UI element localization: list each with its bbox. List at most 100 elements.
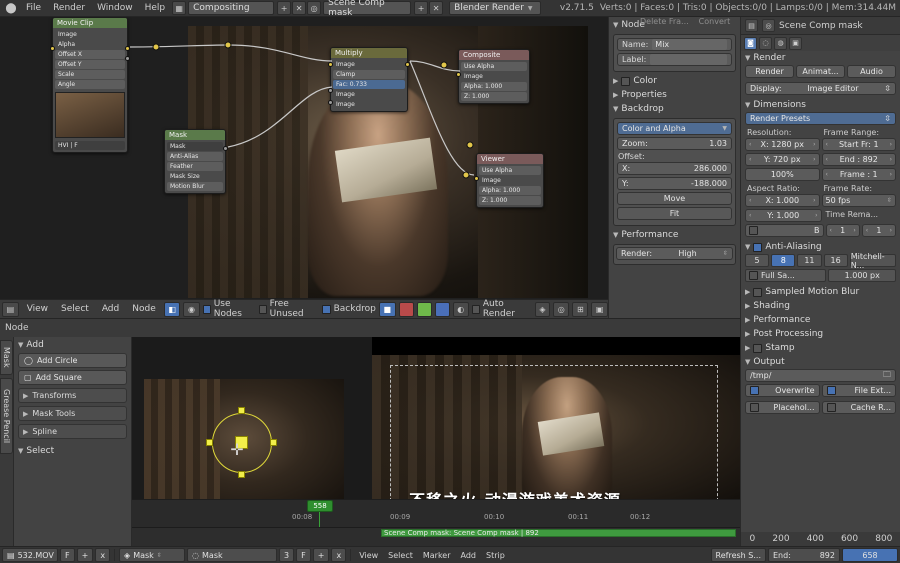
add-circle-button[interactable]: ◯ Add Circle xyxy=(18,353,127,368)
scene-icon[interactable]: ◎ xyxy=(762,19,775,32)
file-ext-checkbox[interactable] xyxy=(826,386,836,395)
left-arrow-icon[interactable]: ‹ xyxy=(749,212,751,219)
remap-old-field[interactable]: ‹ 1 › xyxy=(825,224,860,237)
aa-sample-16[interactable]: 16 xyxy=(823,254,848,267)
full-sample-checkbox[interactable] xyxy=(749,271,758,280)
node-socket[interactable] xyxy=(405,62,410,67)
ne-menu-node[interactable]: Node xyxy=(127,302,161,317)
output-path-field[interactable]: /tmp/ 🗀 xyxy=(745,369,896,382)
section-performance[interactable]: ▼ Performance xyxy=(609,228,740,242)
section-backdrop[interactable]: ▼ Backdrop xyxy=(609,102,740,116)
aa-sample-11[interactable]: 11 xyxy=(797,254,822,267)
node-socket[interactable] xyxy=(328,62,333,67)
section-sampled-motion-blur[interactable]: ▶ Sampled Motion Blur xyxy=(741,285,900,299)
menu-render[interactable]: Render xyxy=(47,1,91,16)
node-socket[interactable] xyxy=(474,176,479,181)
transforms-panel[interactable]: ▶ Transforms xyxy=(18,388,127,403)
layout-delete-button[interactable]: ✕ xyxy=(292,1,307,15)
left-arrow-icon[interactable]: ‹ xyxy=(749,197,751,204)
scene-selector[interactable]: Scene Comp mask xyxy=(323,0,412,18)
channel-blue-icon[interactable] xyxy=(434,301,450,317)
mask-point[interactable] xyxy=(238,471,245,478)
backdrop-move-button[interactable]: Move xyxy=(617,192,732,205)
right-arrow-icon[interactable]: › xyxy=(813,141,815,148)
editor-type-icon[interactable]: ▤ xyxy=(745,19,758,32)
left-arrow-icon[interactable]: ‹ xyxy=(749,156,751,163)
render-engine-selector[interactable]: Blender Render ▼ xyxy=(449,1,542,15)
render-presets-field[interactable]: Render Presets ⇳ xyxy=(745,112,896,125)
mask-point[interactable] xyxy=(206,439,213,446)
mask-datablock-field[interactable]: ◌ Mask xyxy=(187,548,278,562)
channel-green-icon[interactable] xyxy=(416,301,432,317)
left-arrow-icon[interactable]: ‹ xyxy=(826,171,828,178)
menu-window[interactable]: Window xyxy=(91,1,139,16)
node-properties-panel[interactable]: ▼ Node Name: Mix Label: ▶ Color ▶ Proper… xyxy=(608,17,740,318)
mask-tools-panel[interactable]: ▶ Mask Tools xyxy=(18,406,127,421)
node-datablock-row[interactable]: HVI | F xyxy=(55,141,125,150)
frame-end-field[interactable]: ‹ End : 892 › xyxy=(821,153,896,166)
render-image-button[interactable]: Render xyxy=(745,65,794,78)
node-row[interactable]: Motion Blur xyxy=(167,182,223,191)
motion-blur-checkbox[interactable] xyxy=(753,287,763,297)
use-nodes-checkbox[interactable]: Use Nodes xyxy=(202,299,256,318)
proportional-icon[interactable]: ◎ xyxy=(553,301,570,317)
vtab-grease-pencil[interactable]: Grease Pencil xyxy=(0,377,13,454)
node-viewer[interactable]: Viewer Use Alpha Image Alpha: 1.000 Z: 1… xyxy=(474,153,544,208)
file-ext-toggle[interactable]: File Ext... xyxy=(821,384,896,397)
left-arrow-icon[interactable]: ‹ xyxy=(826,141,828,148)
editor-type-icon[interactable]: ▤ xyxy=(2,301,19,317)
node-movie-clip[interactable]: Movie Clip Image Alpha Offset X Offset Y… xyxy=(50,17,130,153)
node-composite[interactable]: Composite Use Alpha Image Alpha: 1.000 Z… xyxy=(456,49,530,104)
section-stamp[interactable]: ▶ Stamp xyxy=(741,341,900,355)
node-multiply[interactable]: Multiply Image Clamp Fac: 0.733 Image Im… xyxy=(328,47,410,112)
seq-menu-select[interactable]: Select xyxy=(384,548,417,562)
spline-panel[interactable]: ▶ Spline xyxy=(18,424,127,439)
overwrite-toggle[interactable]: Overwrite xyxy=(745,384,820,397)
resolution-y-field[interactable]: ‹ Y: 720 px › xyxy=(745,153,820,166)
snap-icon[interactable]: ◈ xyxy=(534,301,551,317)
color-checkbox[interactable] xyxy=(621,76,631,86)
placeholder-checkbox[interactable] xyxy=(750,403,759,412)
tab-world-icon[interactable]: ◍ xyxy=(774,36,787,50)
border-checkbox[interactable] xyxy=(749,226,758,235)
clip-name-field[interactable]: ▤ 532.MOV xyxy=(2,548,58,562)
channel-red-icon[interactable] xyxy=(398,301,414,317)
node-fac-slider[interactable]: Fac: 0.733 xyxy=(333,80,405,89)
mask-f-button[interactable]: F xyxy=(296,548,311,562)
stamp-checkbox[interactable] xyxy=(753,343,763,353)
aspect-y-field[interactable]: ‹ Y: 1.000 › xyxy=(745,209,822,222)
ne-menu-add[interactable]: Add xyxy=(97,302,124,317)
mask-delete-button[interactable]: x xyxy=(331,548,347,562)
node-socket[interactable] xyxy=(125,46,130,51)
node-name-value[interactable]: Mix xyxy=(652,39,727,50)
mask-point[interactable] xyxy=(238,407,245,414)
node-row[interactable]: Mask xyxy=(167,142,223,151)
antialiasing-checkbox[interactable] xyxy=(753,242,763,252)
current-frame-indicator[interactable]: 558 xyxy=(307,500,333,512)
overlay-icon[interactable]: ▣ xyxy=(591,301,608,317)
full-sample-toggle[interactable]: Full Sa... xyxy=(745,269,827,282)
seq-menu-marker[interactable]: Marker xyxy=(419,548,455,562)
tab-scene-icon[interactable]: ◌ xyxy=(759,36,772,50)
node-row[interactable]: Offset Y xyxy=(55,60,125,69)
aspect-x-field[interactable]: ‹ X: 1.000 › xyxy=(745,194,820,207)
overwrite-checkbox[interactable] xyxy=(750,386,759,395)
output-section-header[interactable]: ▼ Output xyxy=(741,355,900,369)
right-arrow-icon[interactable]: › xyxy=(890,141,892,148)
frame-start-field[interactable]: ‹ Start Fr: 1 › xyxy=(821,138,896,151)
frame-step-field[interactable]: ‹ Frame : 1 › xyxy=(821,168,896,181)
node-row[interactable]: Scale xyxy=(55,70,125,79)
left-arrow-icon[interactable]: ‹ xyxy=(866,227,868,234)
node-socket[interactable] xyxy=(328,100,333,105)
aa-sample-5[interactable]: 5 xyxy=(745,254,770,267)
node-mask[interactable]: Mask Mask Anti-Alias Feather Mask Size M… xyxy=(164,129,228,194)
right-arrow-icon[interactable]: › xyxy=(890,171,892,178)
aa-sample-8[interactable]: 8 xyxy=(771,254,796,267)
node-label-value[interactable] xyxy=(650,54,727,65)
right-arrow-icon[interactable]: › xyxy=(890,227,892,234)
scene-icon[interactable]: ◎ xyxy=(307,1,322,15)
clip-delete-button[interactable]: x xyxy=(95,548,111,562)
node-socket[interactable] xyxy=(223,146,228,151)
section-color[interactable]: ▶ Color xyxy=(609,74,740,88)
seq-menu-add[interactable]: Add xyxy=(457,548,481,562)
